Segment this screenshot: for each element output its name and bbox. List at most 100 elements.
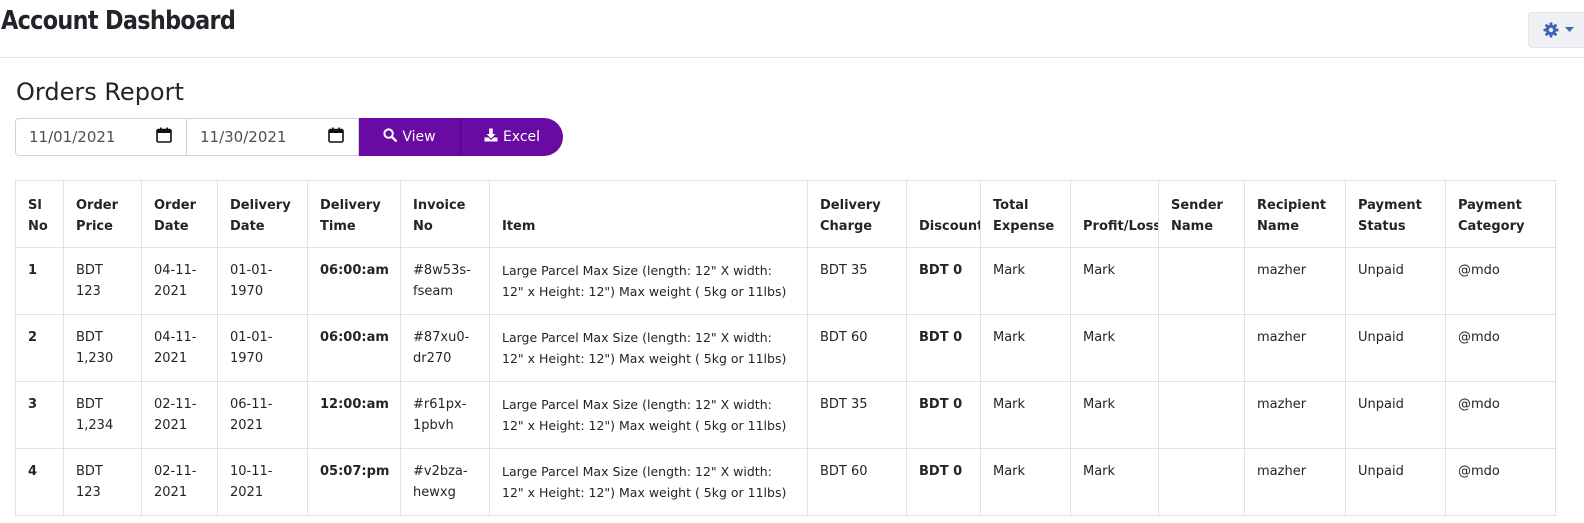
end-date-value: 11/30/2021 xyxy=(200,128,287,146)
discount-cell: BDT 0 xyxy=(906,381,981,449)
sender-name-cell xyxy=(1158,247,1245,315)
column-header: Discount xyxy=(906,180,981,248)
order-price-cell: BDT 123 xyxy=(63,448,142,516)
sender-name-cell xyxy=(1158,448,1245,516)
delivery-charge-cell: BDT 35 xyxy=(807,247,907,315)
settings-dropdown-button[interactable] xyxy=(1528,12,1584,48)
recipient-name-cell: mazher xyxy=(1244,314,1346,382)
total-expense-cell: Mark xyxy=(980,314,1071,382)
order-date-cell: 04-11-2021 xyxy=(141,314,218,382)
column-header: Profit/Loss xyxy=(1070,180,1159,248)
recipient-name-cell: mazher xyxy=(1244,381,1346,449)
column-header: Payment Category xyxy=(1445,180,1556,248)
orders-table-wrapper: Sl No Order Price Order Date Delivery Da… xyxy=(15,180,1556,516)
top-bar: Account Dashboard xyxy=(0,0,1584,58)
column-header: Payment Status xyxy=(1345,180,1446,248)
total-expense-cell: Mark xyxy=(980,247,1071,315)
table-row: 1 BDT 123 04-11-2021 01-01-1970 06:00:am… xyxy=(15,247,1556,315)
total-expense-cell: Mark xyxy=(980,448,1071,516)
profit-loss-cell: Mark xyxy=(1070,247,1159,315)
delivery-charge-cell: BDT 60 xyxy=(807,314,907,382)
column-header: Sender Name xyxy=(1158,180,1245,248)
profit-loss-cell: Mark xyxy=(1070,314,1159,382)
profit-loss-cell: Mark xyxy=(1070,448,1159,516)
column-header: Delivery Time xyxy=(307,180,401,248)
item-cell: Large Parcel Max Size (length: 12" X wid… xyxy=(489,247,808,315)
total-expense-cell: Mark xyxy=(980,381,1071,449)
column-header: Item xyxy=(489,180,808,248)
start-date-value: 11/01/2021 xyxy=(29,128,116,146)
order-date-cell: 04-11-2021 xyxy=(141,247,218,315)
payment-category-cell: @mdo xyxy=(1445,381,1556,449)
payment-category-cell: @mdo xyxy=(1445,314,1556,382)
payment-status-cell: Unpaid xyxy=(1345,448,1446,516)
column-header: Order Price xyxy=(63,180,142,248)
payment-category-cell: @mdo xyxy=(1445,448,1556,516)
invoice-no-cell: #8w53s-fseam xyxy=(400,247,490,315)
item-cell: Large Parcel Max Size (length: 12" X wid… xyxy=(489,381,808,449)
discount-cell: BDT 0 xyxy=(906,448,981,516)
invoice-no-cell: #v2bza-hewxg xyxy=(400,448,490,516)
table-header-row: Sl No Order Price Order Date Delivery Da… xyxy=(15,180,1556,248)
delivery-date-cell: 01-01-1970 xyxy=(217,247,308,315)
sl-no-cell: 3 xyxy=(15,381,64,449)
column-header: Recipient Name xyxy=(1244,180,1346,248)
column-header: Invoice No xyxy=(400,180,490,248)
delivery-date-cell: 01-01-1970 xyxy=(217,314,308,382)
excel-button-label: Excel xyxy=(502,129,541,145)
table-row: 4 BDT 123 02-11-2021 10-11-2021 05:07:pm… xyxy=(15,448,1556,516)
order-price-cell: BDT 1,230 xyxy=(63,314,142,382)
orders-table: Sl No Order Price Order Date Delivery Da… xyxy=(15,180,1556,516)
payment-status-cell: Unpaid xyxy=(1345,314,1446,382)
gear-icon xyxy=(1543,22,1559,38)
start-date-input[interactable]: 11/01/2021 xyxy=(15,118,187,156)
view-button[interactable]: View xyxy=(359,118,461,156)
delivery-date-cell: 10-11-2021 xyxy=(217,448,308,516)
column-header: Sl No xyxy=(15,180,64,248)
delivery-date-cell: 06-11-2021 xyxy=(217,381,308,449)
delivery-charge-cell: BDT 60 xyxy=(807,448,907,516)
calendar-icon[interactable] xyxy=(328,127,344,147)
order-price-cell: BDT 1,234 xyxy=(63,381,142,449)
caret-down-icon xyxy=(1564,27,1574,33)
order-price-cell: BDT 123 xyxy=(63,247,142,315)
report-title: Orders Report xyxy=(16,78,184,106)
recipient-name-cell: mazher xyxy=(1244,247,1346,315)
order-date-cell: 02-11-2021 xyxy=(141,381,218,449)
page-title: Account Dashboard xyxy=(1,6,236,36)
payment-category-cell: @mdo xyxy=(1445,247,1556,315)
excel-export-button[interactable]: Excel xyxy=(461,118,563,156)
delivery-time-cell: 06:00:am xyxy=(307,247,401,315)
view-button-label: View xyxy=(402,129,436,145)
delivery-charge-cell: BDT 35 xyxy=(807,381,907,449)
table-row: 2 BDT 1,230 04-11-2021 01-01-1970 06:00:… xyxy=(15,314,1556,382)
column-header: Total Expense xyxy=(980,180,1071,248)
sl-no-cell: 4 xyxy=(15,448,64,516)
column-header: Delivery Date xyxy=(217,180,308,248)
discount-cell: BDT 0 xyxy=(906,247,981,315)
profit-loss-cell: Mark xyxy=(1070,381,1159,449)
table-row: 3 BDT 1,234 02-11-2021 06-11-2021 12:00:… xyxy=(15,381,1556,449)
invoice-no-cell: #r61px-1pbvh xyxy=(400,381,490,449)
payment-status-cell: Unpaid xyxy=(1345,381,1446,449)
end-date-input[interactable]: 11/30/2021 xyxy=(187,118,359,156)
delivery-time-cell: 12:00:am xyxy=(307,381,401,449)
payment-status-cell: Unpaid xyxy=(1345,247,1446,315)
item-cell: Large Parcel Max Size (length: 12" X wid… xyxy=(489,314,808,382)
invoice-no-cell: #87xu0-dr270 xyxy=(400,314,490,382)
search-icon xyxy=(383,128,398,146)
column-header: Order Date xyxy=(141,180,218,248)
download-icon xyxy=(484,128,498,146)
order-date-cell: 02-11-2021 xyxy=(141,448,218,516)
sender-name-cell xyxy=(1158,314,1245,382)
sl-no-cell: 2 xyxy=(15,314,64,382)
recipient-name-cell: mazher xyxy=(1244,448,1346,516)
sender-name-cell xyxy=(1158,381,1245,449)
date-filter-bar: 11/01/2021 11/30/2021 View Excel xyxy=(15,118,563,156)
delivery-time-cell: 05:07:pm xyxy=(307,448,401,516)
calendar-icon[interactable] xyxy=(156,127,172,147)
delivery-time-cell: 06:00:am xyxy=(307,314,401,382)
item-cell: Large Parcel Max Size (length: 12" X wid… xyxy=(489,448,808,516)
column-header: Delivery Charge xyxy=(807,180,907,248)
sl-no-cell: 1 xyxy=(15,247,64,315)
